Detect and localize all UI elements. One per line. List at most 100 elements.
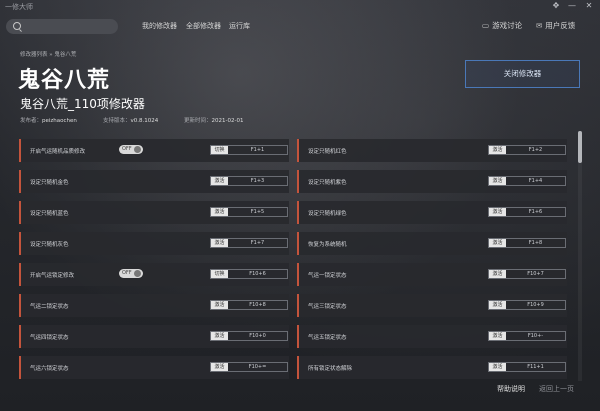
cheat-row: 气运五锁定状态 激活 F10+- [297, 325, 567, 348]
hotkey-combo[interactable]: F1+7 [228, 239, 287, 247]
hotkey-field[interactable]: 激活 F1+7 [210, 238, 288, 248]
hotkey-field[interactable]: 激活 F1+2 [488, 145, 566, 155]
back-link[interactable]: 返回上一页 [539, 384, 574, 394]
hotkey-field[interactable]: 激活 F10+= [210, 362, 288, 372]
hotkey-combo[interactable]: F10+0 [228, 332, 287, 340]
hotkey-mode-button[interactable]: 激活 [489, 332, 506, 340]
cheat-row: 气运四锁定状态 激活 F10+0 [19, 325, 289, 348]
minimize-icon[interactable]: — [566, 1, 578, 10]
hotkey-mode-button[interactable]: 激活 [211, 208, 228, 216]
hotkey-field[interactable]: 激活 F1+4 [488, 176, 566, 186]
hotkey-field[interactable]: 切换 F10+6 [210, 269, 288, 279]
cheat-label: 恢复为系统随机 [308, 242, 347, 248]
cheat-row: 开启气运锁定修改 OFF 切换 F10+6 [19, 263, 289, 286]
toggle-state-label: OFF [122, 146, 132, 152]
user-feedback-link[interactable]: ✉ 用户反馈 [536, 20, 575, 31]
updated-value: 2021-02-01 [211, 118, 244, 124]
hotkey-combo[interactable]: F10+7 [506, 270, 565, 278]
hotkey-mode-button[interactable]: 切换 [211, 270, 228, 278]
hotkey-field[interactable]: 激活 F10+0 [210, 331, 288, 341]
hotkey-mode-button[interactable]: 激活 [489, 363, 506, 371]
close-icon[interactable]: ✕ [583, 1, 595, 10]
scrollbar-thumb[interactable] [578, 131, 582, 163]
hotkey-field[interactable]: 激活 F1+5 [210, 207, 288, 217]
cheat-row: 设定只随机蓝色 激活 F1+5 [19, 201, 289, 224]
hotkey-field[interactable]: 激活 F1+3 [210, 176, 288, 186]
cheat-label: 所有锁定状态解除 [308, 366, 353, 372]
author-meta: 发布者：peizhaochen [20, 116, 77, 124]
skin-icon[interactable]: ✥ [550, 1, 562, 10]
hotkey-mode-button[interactable]: 激活 [489, 177, 506, 185]
hotkey-mode-button[interactable]: 激活 [211, 363, 228, 371]
hotkey-mode-button[interactable]: 激活 [489, 239, 506, 247]
cheat-toggle[interactable]: OFF [119, 269, 143, 278]
user-feedback-label: 用户反馈 [545, 21, 576, 30]
close-trainer-button[interactable]: 关闭修改器 [465, 60, 580, 88]
hotkey-combo[interactable]: F1+6 [506, 208, 565, 216]
help-link[interactable]: 帮助说明 [497, 384, 525, 394]
game-title: 鬼谷八荒 [18, 68, 111, 93]
cheat-label: 气运六锁定状态 [30, 366, 69, 372]
cheat-label: 设定只随机绿色 [308, 211, 347, 217]
version-meta: 支持版本：v0.8.1024 [103, 116, 158, 124]
hotkey-field[interactable]: 激活 F11+1 [488, 362, 566, 372]
hotkey-mode-button[interactable]: 激活 [489, 301, 506, 309]
cheat-label: 开启气运锁定修改 [30, 273, 75, 279]
cheat-row: 所有锁定状态解除 激活 F11+1 [297, 356, 567, 379]
hotkey-combo[interactable]: F1+4 [506, 177, 565, 185]
hotkey-combo[interactable]: F1+5 [228, 208, 287, 216]
game-discussion-link[interactable]: ▭ 游戏讨论 [482, 20, 522, 31]
cheat-row: 设定只随机金色 激活 F1+3 [19, 170, 289, 193]
hotkey-mode-button[interactable]: 激活 [211, 301, 228, 309]
hotkey-combo[interactable]: F10+= [228, 363, 287, 371]
search-input[interactable] [6, 19, 118, 34]
hotkey-combo[interactable]: F1+2 [506, 146, 565, 154]
hotkey-mode-button[interactable]: 激活 [211, 239, 228, 247]
cheat-row: 设定只随机灰色 激活 F1+7 [19, 232, 289, 255]
toggle-state-label: OFF [122, 270, 132, 276]
breadcrumb[interactable]: 修改器列表 » 鬼谷八荒 [20, 50, 76, 58]
hotkey-field[interactable]: 激活 F1+6 [488, 207, 566, 217]
app-title: 一修大师 [5, 3, 33, 11]
hotkey-field[interactable]: 激活 F1+8 [488, 238, 566, 248]
cheat-label: 设定只随机灰色 [30, 242, 69, 248]
cheat-toggle[interactable]: OFF [119, 145, 143, 154]
hotkey-combo[interactable]: F1+8 [506, 239, 565, 247]
hotkey-field[interactable]: 激活 F10+7 [488, 269, 566, 279]
hotkey-combo[interactable]: F11+1 [506, 363, 565, 371]
hotkey-mode-button[interactable]: 激活 [489, 146, 506, 154]
nav-runtime[interactable]: 运行库 [229, 21, 250, 31]
hotkey-combo[interactable]: F10+6 [228, 270, 287, 278]
cheat-label: 气运一锁定状态 [308, 273, 347, 279]
hotkey-combo[interactable]: F1+1 [228, 146, 287, 154]
hotkey-mode-button[interactable]: 激活 [489, 208, 506, 216]
cheat-label: 气运四锁定状态 [30, 335, 69, 341]
hotkey-field[interactable]: 激活 F10+9 [488, 300, 566, 310]
cheat-row: 气运三锁定状态 激活 F10+9 [297, 294, 567, 317]
author-label: 发布者： [20, 118, 43, 124]
chat-icon: ▭ [482, 21, 490, 30]
cheat-label: 设定只随机紫色 [308, 180, 347, 186]
hotkey-combo[interactable]: F10+8 [228, 301, 287, 309]
hotkey-mode-button[interactable]: 激活 [211, 177, 228, 185]
hotkey-combo[interactable]: F10+9 [506, 301, 565, 309]
hotkey-field[interactable]: 激活 F10+8 [210, 300, 288, 310]
cheat-label: 气运二锁定状态 [30, 304, 69, 310]
hotkey-mode-button[interactable]: 切换 [211, 146, 228, 154]
nav-all-trainers[interactable]: 全部修改器 [186, 21, 221, 31]
cheat-row: 设定只随机绿色 激活 F1+6 [297, 201, 567, 224]
nav-my-trainers[interactable]: 我的修改器 [142, 21, 177, 31]
hotkey-field[interactable]: 激活 F10+- [488, 331, 566, 341]
cheat-row: 设定只随机紫色 激活 F1+4 [297, 170, 567, 193]
cheat-label: 设定只随机蓝色 [30, 211, 69, 217]
search-icon [13, 22, 21, 30]
hotkey-field[interactable]: 切换 F1+1 [210, 145, 288, 155]
hotkey-mode-button[interactable]: 激活 [489, 270, 506, 278]
scrollbar[interactable] [578, 131, 582, 381]
hotkey-mode-button[interactable]: 激活 [211, 332, 228, 340]
title-bar: 一修大师 ✥ — ✕ [0, 0, 600, 14]
cheat-label: 设定只随机金色 [30, 180, 69, 186]
updated-label: 更新时间： [184, 118, 212, 124]
hotkey-combo[interactable]: F1+3 [228, 177, 287, 185]
hotkey-combo[interactable]: F10+- [506, 332, 565, 340]
